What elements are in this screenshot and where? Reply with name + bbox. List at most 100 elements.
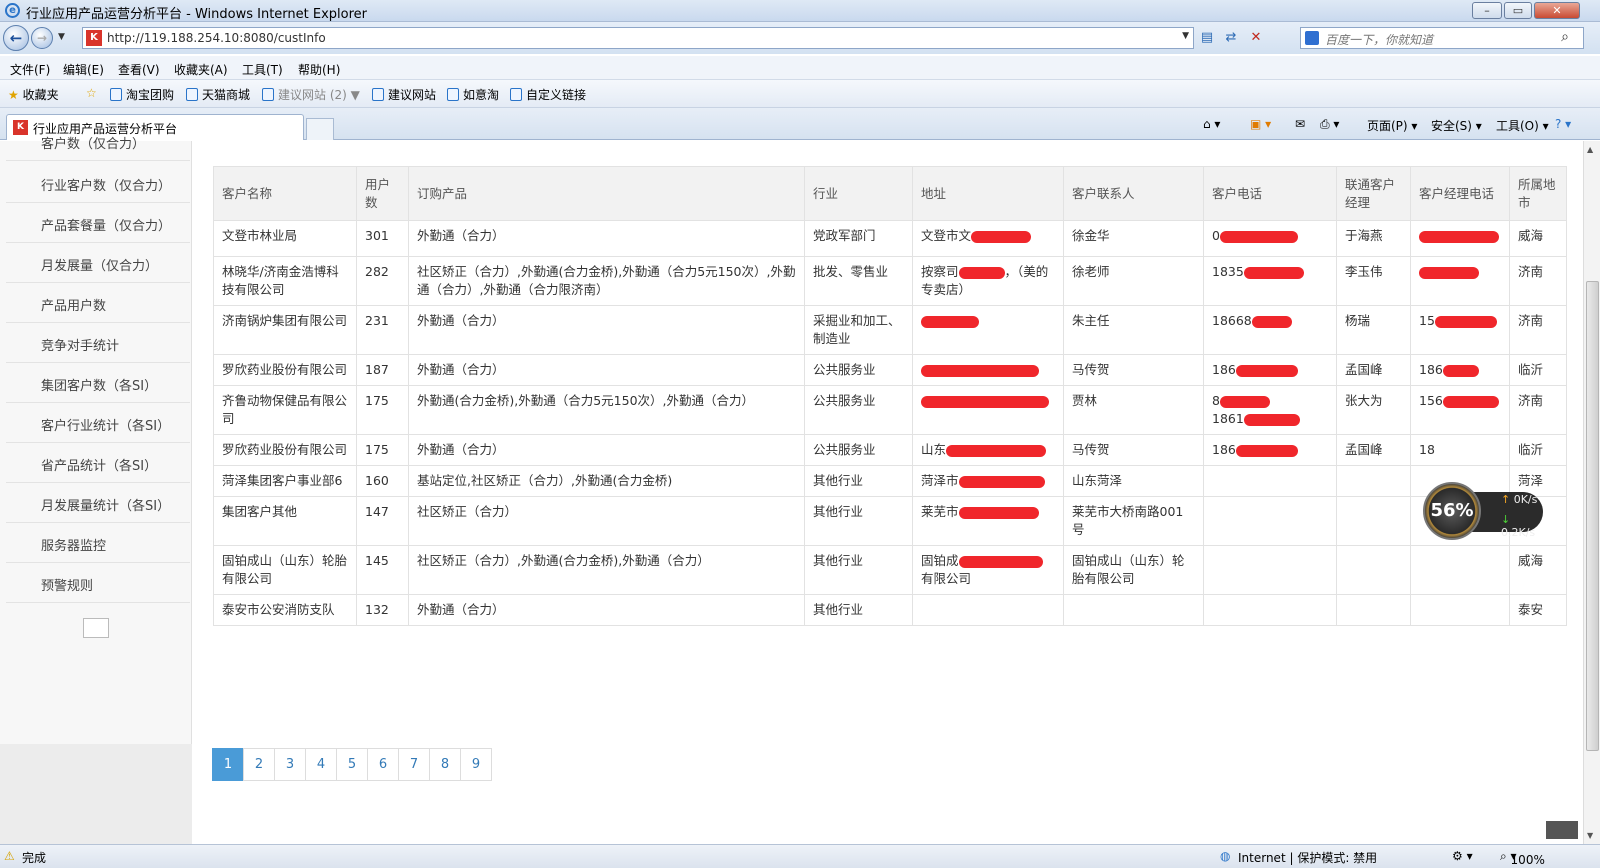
cell-manager	[1336, 545, 1411, 595]
table-row[interactable]: 济南锅炉集团有限公司 231 外勤通（合力） 采掘业和加工、制造业 朱主任 18…	[213, 305, 1567, 355]
network-speed-widget[interactable]: 56% ↑ 0K/s ↓ 0.2K/s	[1423, 482, 1543, 540]
col-header-city[interactable]: 所属地市	[1509, 166, 1567, 221]
page-2-button[interactable]: 2	[243, 748, 275, 781]
page-5-button[interactable]: 5	[336, 748, 368, 781]
history-dropdown-icon[interactable]: ▼	[58, 32, 65, 42]
zone-text[interactable]: Internet | 保护模式: 禁用	[1238, 849, 1377, 866]
col-header-phone[interactable]: 客户电话	[1203, 166, 1337, 221]
sidebar-item-group-customers[interactable]: 集团客户数（各SI）	[6, 363, 190, 403]
forward-button[interactable]: →	[31, 27, 53, 49]
table-row[interactable]: 固铂成山（山东）轮胎有限公司 145 社区矫正（合力）,外勤通(合力金桥),外勤…	[213, 545, 1567, 595]
minimize-button[interactable]: –	[1472, 2, 1502, 19]
fav-link-suggested[interactable]: 建议网站	[372, 86, 436, 103]
table-row[interactable]: 泰安市公安消防支队 132 外勤通（合力） 其他行业 泰安	[213, 594, 1567, 626]
page-3-button[interactable]: 3	[274, 748, 306, 781]
table-row[interactable]: 齐鲁动物保健品有限公司 175 外勤通(合力金桥),外勤通（合力5元150次）,…	[213, 385, 1567, 435]
cell-name: 齐鲁动物保健品有限公司	[213, 385, 357, 435]
col-header-users[interactable]: 用户数	[356, 166, 409, 221]
menu-tools[interactable]: 工具(T)	[242, 61, 283, 78]
menu-file[interactable]: 文件(F)	[10, 61, 50, 78]
page-8-button[interactable]: 8	[429, 748, 461, 781]
safety-menu[interactable]: 安全(S) ▾	[1431, 117, 1482, 134]
home-icon[interactable]: ⌂ ▾	[1203, 117, 1220, 131]
fav-link-ruyitao[interactable]: 如意淘	[447, 86, 499, 103]
help-icon[interactable]: ? ▾	[1555, 117, 1571, 131]
table-row[interactable]: 菏泽集团客户事业部6 160 基站定位,社区矫正（合力）,外勤通(合力金桥) 其…	[213, 465, 1567, 497]
sidebar-item-province-products[interactable]: 省产品统计（各SI）	[6, 443, 190, 483]
table-row[interactable]: 罗欣药业股份有限公司 187 外勤通（合力） 公共服务业 马传贺 186 孟国峰…	[213, 354, 1567, 386]
refresh-icon[interactable]: ⇄	[1222, 29, 1240, 47]
col-header-contact[interactable]: 客户联系人	[1063, 166, 1204, 221]
new-tab-button[interactable]	[306, 118, 334, 140]
sidebar-item-customer-count[interactable]: 客户数（仅合力）	[6, 121, 190, 161]
back-button[interactable]: ←	[3, 25, 29, 51]
cell-users: 301	[356, 220, 409, 257]
address-bar[interactable]: K http://119.188.254.10:8080/custInfo ▼	[82, 27, 1194, 49]
internet-zone-icon: ◍	[1220, 849, 1231, 863]
scroll-up-icon[interactable]: ▲	[1587, 145, 1593, 154]
stop-icon[interactable]: ✕	[1247, 29, 1265, 47]
menu-favorites[interactable]: 收藏夹(A)	[174, 61, 228, 78]
page-1-button[interactable]: 1	[212, 748, 244, 781]
cell-product: 外勤通（合力）	[408, 220, 805, 257]
fav-link-tmall[interactable]: 天猫商城	[186, 86, 250, 103]
scroll-thumb[interactable]	[1586, 281, 1599, 751]
col-header-industry[interactable]: 行业	[804, 166, 913, 221]
protected-mode-icon[interactable]: ⚙ ▾	[1452, 849, 1473, 863]
search-placeholder[interactable]: 百度一下，你就知道	[1325, 31, 1433, 48]
table-row[interactable]: 集团客户其他 147 社区矫正（合力） 其他行业 莱芜市 莱芜市大桥南路001号…	[213, 496, 1567, 546]
cell-manager-phone: 18	[1410, 434, 1510, 466]
page-4-button[interactable]: 4	[305, 748, 337, 781]
cell-contact: 朱主任	[1063, 305, 1204, 355]
table-row[interactable]: 文登市林业局 301 外勤通（合力） 党政军部门 文登市文 徐金华 0 于海燕 …	[213, 220, 1567, 257]
fav-link-taobao[interactable]: 淘宝团购	[110, 86, 174, 103]
sidebar-item-customer-industry[interactable]: 客户行业统计（各SI）	[6, 403, 190, 443]
tools-menu[interactable]: 工具(O) ▾	[1496, 117, 1549, 134]
speed-dial: 56%	[1423, 482, 1481, 540]
sidebar-item-monthly-growth[interactable]: 月发展量（仅合力）	[6, 243, 190, 283]
cell-industry: 公共服务业	[804, 385, 913, 435]
sidebar-item-industry-customers[interactable]: 行业客户数（仅合力）	[6, 163, 190, 203]
search-box[interactable]: 百度一下，你就知道 ⌕	[1300, 27, 1584, 49]
sidebar-item-competitors[interactable]: 竞争对手统计	[6, 323, 190, 363]
table-row[interactable]: 林晓华/济南金浩博科技有限公司 282 社区矫正（合力）,外勤通(合力金桥),外…	[213, 256, 1567, 306]
cell-phone: 186	[1203, 354, 1337, 386]
sidebar-item-server-monitor[interactable]: 服务器监控	[6, 523, 190, 563]
menu-edit[interactable]: 编辑(E)	[63, 61, 104, 78]
sidebar-item-package-volume[interactable]: 产品套餐量（仅合力）	[6, 203, 190, 243]
print-icon[interactable]: ⎙ ▾	[1320, 117, 1339, 132]
address-url[interactable]: http://119.188.254.10:8080/custInfo	[107, 31, 326, 45]
scroll-down-icon[interactable]: ▼	[1587, 831, 1593, 840]
search-icon[interactable]: ⌕	[1561, 29, 1569, 45]
page-7-button[interactable]: 7	[398, 748, 430, 781]
sidebar-toggle-button[interactable]	[83, 618, 109, 638]
customer-table: 客户名称 用户数 订购产品 行业 地址 客户联系人 客户电话 联通客户经理 客户…	[213, 166, 1567, 626]
vertical-scrollbar[interactable]: ▲ ▼	[1583, 141, 1600, 844]
compatibility-view-icon[interactable]: ▤	[1198, 29, 1216, 47]
col-header-address[interactable]: 地址	[912, 166, 1064, 221]
maximize-button[interactable]: ▭	[1504, 2, 1532, 19]
ie-page-icon	[510, 88, 522, 101]
favorites-button[interactable]: ★ 收藏夹	[8, 86, 59, 103]
col-header-product[interactable]: 订购产品	[408, 166, 805, 221]
address-dropdown-icon[interactable]: ▼	[1182, 31, 1189, 41]
table-row[interactable]: 罗欣药业股份有限公司 175 外勤通（合力） 公共服务业 山东 马传贺 186 …	[213, 434, 1567, 466]
read-mail-icon[interactable]: ✉	[1295, 117, 1305, 131]
menu-help[interactable]: 帮助(H)	[298, 61, 340, 78]
page-menu[interactable]: 页面(P) ▾	[1367, 117, 1417, 134]
rss-feed-icon[interactable]: ▣ ▾	[1250, 117, 1271, 131]
fav-suggested-sites-dropdown[interactable]: 建议网站 (2) ▼	[262, 86, 360, 103]
page-6-button[interactable]: 6	[367, 748, 399, 781]
col-header-name[interactable]: 客户名称	[213, 166, 357, 221]
fav-link-custom[interactable]: 自定义链接	[510, 86, 586, 103]
sidebar-item-monthly-growth-si[interactable]: 月发展量统计（各SI）	[6, 483, 190, 523]
menu-view[interactable]: 查看(V)	[118, 61, 160, 78]
col-header-manager-phone[interactable]: 客户经理电话	[1410, 166, 1510, 221]
col-header-manager[interactable]: 联通客户经理	[1336, 166, 1411, 221]
zoom-level[interactable]: ⌕ 100% ▾	[1500, 849, 1545, 867]
close-window-button[interactable]: ✕	[1534, 2, 1580, 19]
add-favorite-icon[interactable]: ☆	[86, 86, 97, 100]
sidebar-item-product-users[interactable]: 产品用户数	[6, 283, 190, 323]
page-9-button[interactable]: 9	[460, 748, 492, 781]
sidebar-item-alert-rules[interactable]: 预警规则	[6, 563, 190, 603]
